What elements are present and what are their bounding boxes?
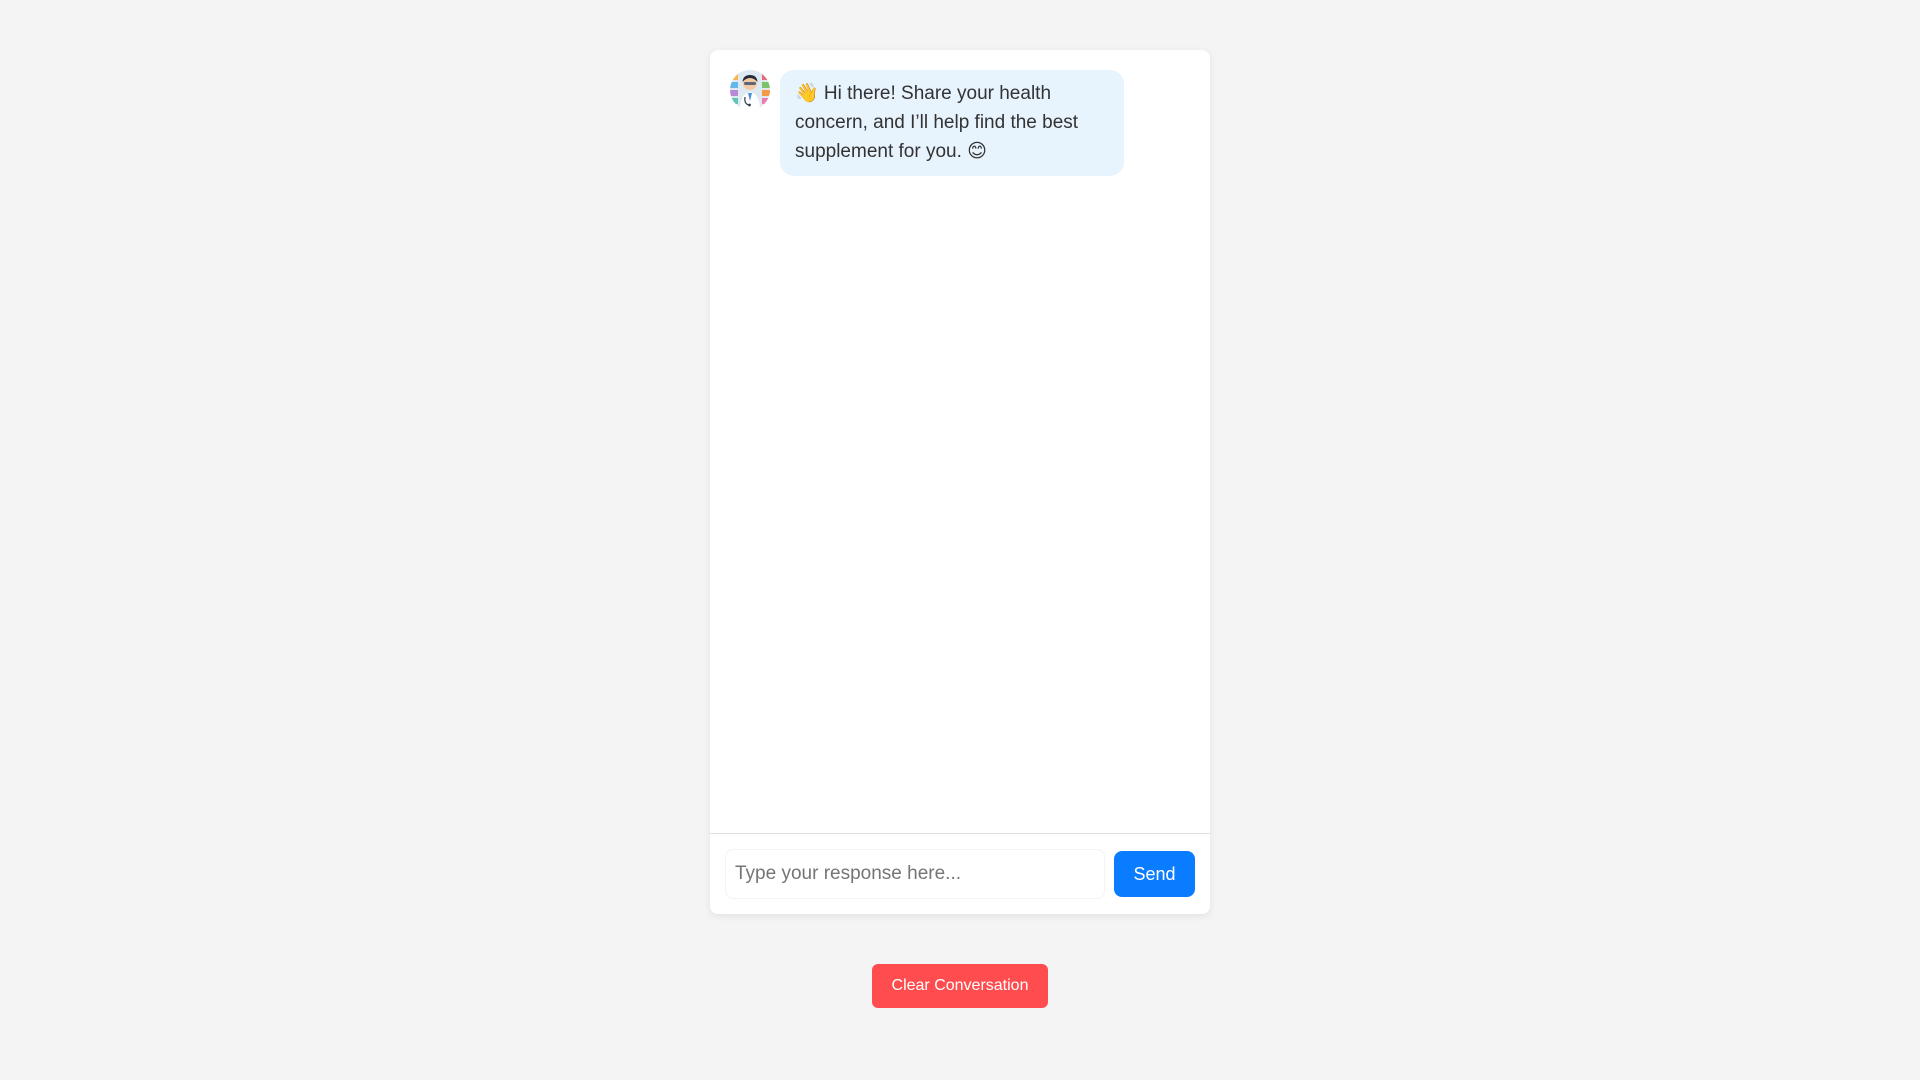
send-button[interactable]: Send [1114,851,1195,897]
message-bubble: 👋 Hi there! Share your health concern, a… [780,70,1124,176]
response-input[interactable] [725,849,1105,899]
doctor-avatar-icon [730,70,770,110]
message-composer: Send [710,833,1210,914]
clear-conversation-button[interactable]: Clear Conversation [872,964,1048,1008]
message-list: 👋 Hi there! Share your health concern, a… [710,50,1210,833]
assistant-message: 👋 Hi there! Share your health concern, a… [730,70,1124,176]
chat-window: 👋 Hi there! Share your health concern, a… [710,50,1210,914]
